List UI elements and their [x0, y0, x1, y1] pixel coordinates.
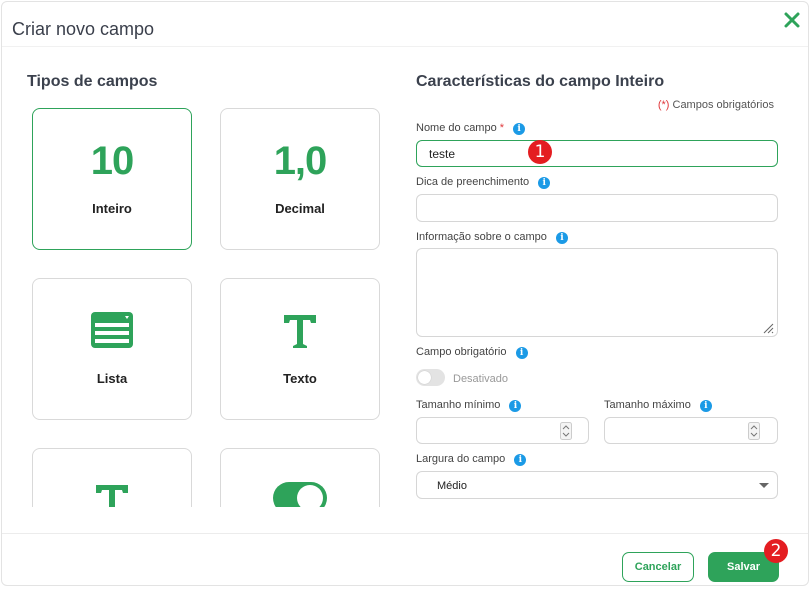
- header-divider: [2, 46, 808, 47]
- required-note-mark: (*): [657, 99, 670, 111]
- text-icon: [221, 311, 379, 356]
- type-card-decimal[interactable]: 1,0 Decimal: [220, 108, 380, 250]
- required-toggle-state: Desativado: [453, 373, 509, 385]
- cancel-button[interactable]: Cancelar: [622, 552, 694, 582]
- required-star: *: [499, 122, 505, 134]
- toggle-icon: [221, 481, 379, 507]
- info-icon[interactable]: i: [538, 177, 551, 189]
- min-size-label: Tamanho mínimo i: [416, 399, 522, 412]
- type-label-list: Lista: [96, 371, 128, 386]
- width-select-value: Médio: [437, 480, 467, 492]
- decimal-glyph: 1,0: [273, 139, 328, 183]
- field-settings-title: Características do campo Inteiro: [416, 73, 665, 90]
- required-label-text: Campo obrigatório: [416, 346, 507, 358]
- info-icon[interactable]: i: [509, 400, 522, 412]
- stepper-icon[interactable]: [560, 422, 572, 440]
- info-textarea[interactable]: [416, 248, 778, 337]
- integer-glyph: 10: [90, 139, 135, 183]
- info-label-text: Informação sobre o campo: [416, 231, 547, 243]
- required-note-text: Campos obrigatórios: [672, 99, 775, 111]
- type-card-boolean[interactable]: [220, 448, 380, 507]
- step-marker-2: 2: [764, 539, 788, 563]
- width-select[interactable]: Médio: [416, 471, 778, 499]
- width-label: Largura do campo i: [416, 453, 527, 466]
- stepper-icon[interactable]: [748, 422, 760, 440]
- type-label-decimal: Decimal: [275, 201, 325, 216]
- max-size-label: Tamanho máximo i: [604, 399, 712, 412]
- dialog-title: Criar novo campo: [12, 19, 155, 39]
- type-card-long-text[interactable]: [32, 448, 192, 507]
- field-types-title: Tipos de campos: [27, 73, 158, 90]
- info-icon[interactable]: i: [515, 347, 528, 359]
- text-icon: [33, 481, 191, 507]
- toggle-knob: [418, 371, 431, 384]
- field-name-label-text: Nome do campo: [416, 122, 497, 134]
- hint-input[interactable]: [416, 194, 778, 222]
- max-size-label-text: Tamanho máximo: [604, 399, 691, 411]
- step-marker-1: 1: [528, 140, 552, 164]
- resize-grip-icon[interactable]: [762, 322, 774, 334]
- field-name-label: Nome do campo * i: [416, 122, 526, 135]
- required-note: (*) Campos obrigatórios: [658, 99, 774, 111]
- hint-label: Dica de preenchimento i: [416, 176, 551, 189]
- type-card-integer[interactable]: 10 Inteiro: [32, 108, 192, 250]
- field-types-grid: 10 Inteiro 1,0 Decimal Lista Texto: [22, 102, 392, 507]
- info-icon[interactable]: i: [513, 123, 526, 135]
- info-icon[interactable]: i: [555, 232, 568, 244]
- close-icon[interactable]: [782, 10, 802, 30]
- hint-label-text: Dica de preenchimento: [416, 176, 530, 188]
- required-label: Campo obrigatório i: [416, 346, 528, 359]
- chevron-down-icon: [759, 483, 769, 488]
- required-toggle[interactable]: [416, 369, 445, 386]
- create-field-dialog: Criar novo campo Tipos de campos 10 Inte…: [1, 1, 809, 586]
- footer-divider: [2, 533, 808, 534]
- min-size-label-text: Tamanho mínimo: [416, 399, 501, 411]
- info-label: Informação sobre o campo i: [416, 231, 568, 244]
- type-card-text[interactable]: Texto: [220, 278, 380, 420]
- list-icon: [33, 311, 191, 354]
- width-label-text: Largura do campo: [416, 453, 506, 465]
- info-icon[interactable]: i: [699, 400, 712, 412]
- info-icon[interactable]: i: [514, 454, 527, 466]
- type-label-text: Texto: [283, 371, 317, 386]
- field-name-input[interactable]: [416, 140, 778, 167]
- type-card-list[interactable]: Lista: [32, 278, 192, 420]
- type-label-integer: Inteiro: [92, 201, 132, 216]
